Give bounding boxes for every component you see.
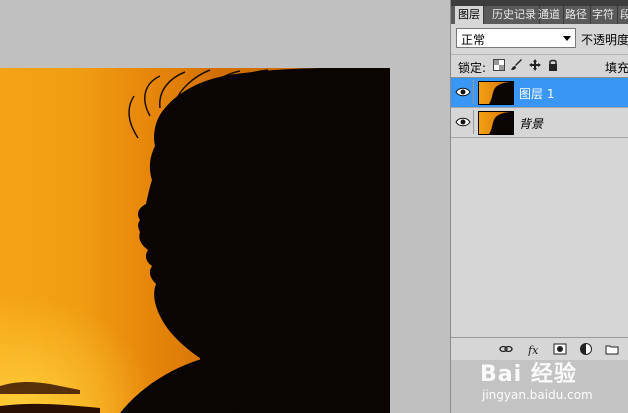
image-canvas[interactable]: [0, 68, 390, 413]
checkerboard-icon[interactable]: [493, 59, 505, 71]
folder-icon[interactable]: [605, 342, 619, 356]
silhouette-photo: [0, 68, 390, 413]
svg-text:fx: fx: [527, 344, 539, 356]
watermark-url: jingyan.baidu.com: [482, 388, 593, 402]
mask-icon[interactable]: [553, 342, 567, 356]
visibility-toggle[interactable]: [453, 80, 474, 104]
document-workspace: [0, 0, 450, 413]
tab-history[interactable]: 历史记录: [489, 6, 540, 24]
eye-icon: [455, 117, 471, 127]
layer-list: 图层 1 背景: [451, 77, 628, 343]
blend-mode-value: 正常: [461, 33, 486, 47]
layer-name: 图层 1: [519, 87, 555, 101]
blend-mode-select[interactable]: 正常: [456, 28, 576, 48]
padlock-icon[interactable]: [547, 59, 559, 71]
layer-thumbnail: [478, 111, 514, 135]
tab-character[interactable]: 字符: [589, 6, 618, 24]
tab-paths[interactable]: 路径: [562, 6, 591, 24]
watermark-logo: Bai 经验: [480, 362, 577, 387]
adjustment-icon[interactable]: [579, 342, 593, 356]
opacity-label[interactable]: 不透明度: [581, 31, 628, 48]
brush-icon[interactable]: [511, 59, 523, 71]
watermark: Bai 经验 jingyan.baidu.com: [480, 356, 628, 406]
link-icon[interactable]: [499, 342, 513, 356]
move-icon[interactable]: [529, 59, 541, 71]
blend-row: 正常 不透明度: [451, 26, 628, 52]
visibility-toggle[interactable]: [453, 110, 474, 134]
layer-row-layer1[interactable]: 图层 1: [451, 78, 628, 108]
layer-thumbnail: [478, 81, 514, 105]
tab-paragraph[interactable]: 段: [617, 6, 628, 24]
layer-name: 背景: [519, 117, 544, 131]
fx-icon[interactable]: fx: [527, 342, 541, 356]
fill-label[interactable]: 填充: [605, 59, 628, 76]
panel-tabbar: 图层 历史记录 通道 路径 字符 段: [451, 0, 628, 24]
tab-channels[interactable]: 通道: [535, 6, 564, 24]
eye-icon: [455, 87, 471, 97]
lock-row: 锁定: 填充: [451, 54, 628, 77]
lock-label: 锁定:: [458, 61, 487, 75]
layer-row-background[interactable]: 背景: [451, 108, 628, 138]
layers-panel: 图层 历史记录 通道 路径 字符 段 正常 不透明度 锁定: 填充 图层 1 背…: [450, 0, 628, 413]
chevron-down-icon: [563, 36, 571, 41]
tab-layers[interactable]: 图层: [455, 6, 484, 24]
